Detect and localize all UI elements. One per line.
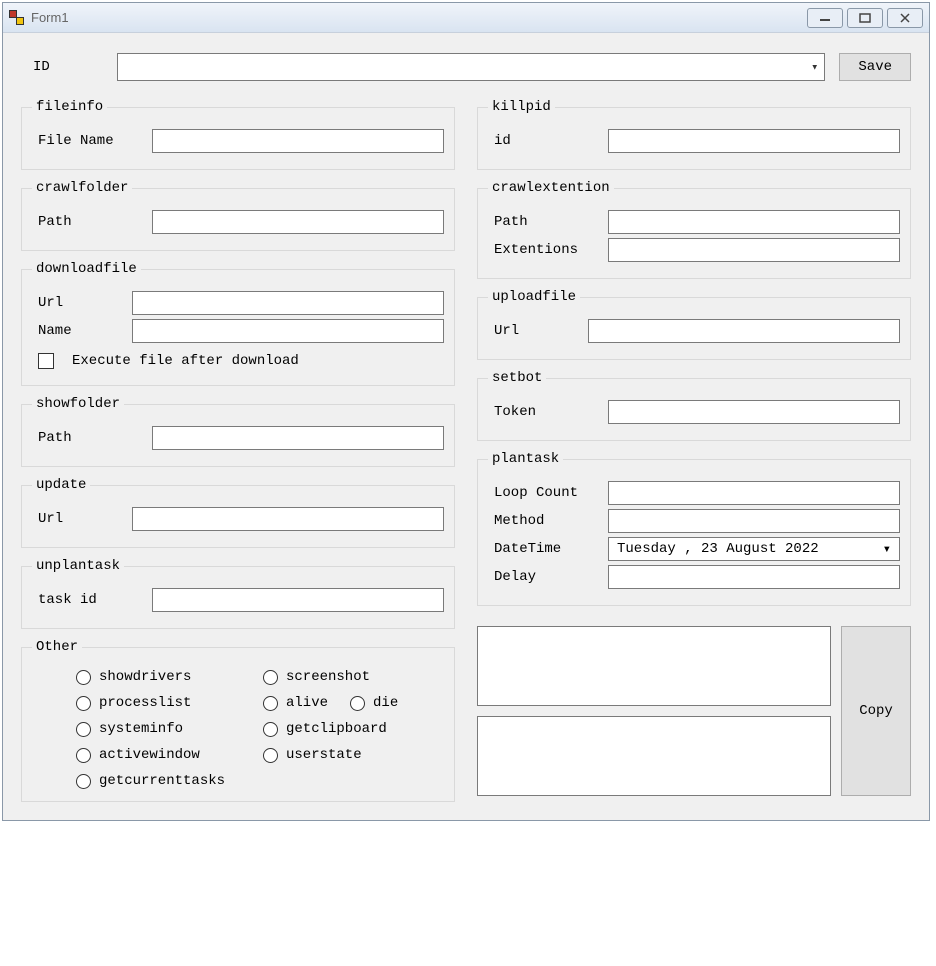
getcurrenttasks-radio[interactable] bbox=[76, 774, 91, 789]
update-group: update Url bbox=[21, 477, 455, 548]
id-combobox[interactable]: ▾ bbox=[117, 53, 825, 81]
other-legend: Other bbox=[32, 639, 82, 655]
crawlfolder-legend: crawlfolder bbox=[32, 180, 132, 196]
killpid-legend: killpid bbox=[488, 99, 555, 115]
maximize-button[interactable] bbox=[847, 8, 883, 28]
close-button[interactable] bbox=[887, 8, 923, 28]
unplantask-taskid-label: task id bbox=[38, 592, 142, 608]
file-name-label: File Name bbox=[38, 133, 142, 149]
save-button[interactable]: Save bbox=[839, 53, 911, 81]
plantask-datetime-value: Tuesday , 23 August 2022 bbox=[617, 541, 819, 557]
processlist-radio[interactable] bbox=[76, 696, 91, 711]
setbot-group: setbot Token bbox=[477, 370, 911, 441]
systeminfo-radio[interactable] bbox=[76, 722, 91, 737]
plantask-delay-input[interactable] bbox=[608, 565, 900, 589]
uploadfile-group: uploadfile Url bbox=[477, 289, 911, 360]
downloadfile-name-label: Name bbox=[38, 323, 122, 339]
uploadfile-url-label: Url bbox=[494, 323, 578, 339]
plantask-method-label: Method bbox=[494, 513, 598, 529]
killpid-id-label: id bbox=[494, 133, 598, 149]
chevron-down-icon: ▾ bbox=[883, 541, 891, 558]
killpid-group: killpid id bbox=[477, 99, 911, 170]
plantask-delay-label: Delay bbox=[494, 569, 598, 585]
screenshot-label: screenshot bbox=[286, 669, 370, 685]
uploadfile-url-input[interactable] bbox=[588, 319, 900, 343]
showfolder-group: showfolder Path bbox=[21, 396, 455, 467]
chevron-down-icon: ▾ bbox=[811, 60, 818, 75]
setbot-token-input[interactable] bbox=[608, 400, 900, 424]
plantask-loopcount-input[interactable] bbox=[608, 481, 900, 505]
copy-button[interactable]: Copy bbox=[841, 626, 911, 796]
plantask-loopcount-label: Loop Count bbox=[494, 485, 598, 501]
app-icon bbox=[9, 10, 25, 26]
showfolder-legend: showfolder bbox=[32, 396, 124, 412]
crawlfolder-path-label: Path bbox=[38, 214, 142, 230]
other-group: Other showdrivers screenshot processlist… bbox=[21, 639, 455, 802]
showfolder-path-input[interactable] bbox=[152, 426, 444, 450]
userstate-radio[interactable] bbox=[263, 748, 278, 763]
file-name-input[interactable] bbox=[152, 129, 444, 153]
update-url-input[interactable] bbox=[132, 507, 444, 531]
getclipboard-radio[interactable] bbox=[263, 722, 278, 737]
unplantask-legend: unplantask bbox=[32, 558, 124, 574]
downloadfile-url-input[interactable] bbox=[132, 291, 444, 315]
die-radio[interactable] bbox=[350, 696, 365, 711]
output-textarea-bottom[interactable] bbox=[477, 716, 831, 796]
unplantask-taskid-input[interactable] bbox=[152, 588, 444, 612]
crawlextention-legend: crawlextention bbox=[488, 180, 614, 196]
crawlextention-path-input[interactable] bbox=[608, 210, 900, 234]
app-window: Form1 ID ▾ Save fileinfo File Name bbox=[2, 2, 930, 821]
execute-checkbox[interactable] bbox=[38, 353, 54, 369]
downloadfile-name-input[interactable] bbox=[132, 319, 444, 343]
id-label: ID bbox=[33, 59, 103, 75]
userstate-label: userstate bbox=[286, 747, 362, 763]
downloadfile-group: downloadfile Url Name Execute file after… bbox=[21, 261, 455, 386]
killpid-id-input[interactable] bbox=[608, 129, 900, 153]
alive-label: alive bbox=[286, 695, 328, 711]
getclipboard-label: getclipboard bbox=[286, 721, 387, 737]
unplantask-group: unplantask task id bbox=[21, 558, 455, 629]
getcurrenttasks-label: getcurrenttasks bbox=[99, 773, 225, 789]
plantask-datetime-picker[interactable]: Tuesday , 23 August 2022 ▾ bbox=[608, 537, 900, 561]
fileinfo-legend: fileinfo bbox=[32, 99, 107, 115]
update-legend: update bbox=[32, 477, 90, 493]
downloadfile-url-label: Url bbox=[38, 295, 122, 311]
downloadfile-legend: downloadfile bbox=[32, 261, 141, 277]
setbot-token-label: Token bbox=[494, 404, 598, 420]
titlebar: Form1 bbox=[3, 3, 929, 33]
crawlfolder-path-input[interactable] bbox=[152, 210, 444, 234]
crawlextention-ext-input[interactable] bbox=[608, 238, 900, 262]
systeminfo-label: systeminfo bbox=[99, 721, 183, 737]
processlist-label: processlist bbox=[99, 695, 191, 711]
fileinfo-group: fileinfo File Name bbox=[21, 99, 455, 170]
activewindow-radio[interactable] bbox=[76, 748, 91, 763]
window-title: Form1 bbox=[31, 10, 69, 25]
crawlextention-path-label: Path bbox=[494, 214, 598, 230]
alive-radio[interactable] bbox=[263, 696, 278, 711]
output-textarea-top[interactable] bbox=[477, 626, 831, 706]
screenshot-radio[interactable] bbox=[263, 670, 278, 685]
plantask-legend: plantask bbox=[488, 451, 563, 467]
showfolder-path-label: Path bbox=[38, 430, 142, 446]
setbot-legend: setbot bbox=[488, 370, 546, 386]
uploadfile-legend: uploadfile bbox=[488, 289, 580, 305]
plantask-method-input[interactable] bbox=[608, 509, 900, 533]
update-url-label: Url bbox=[38, 511, 122, 527]
plantask-datetime-label: DateTime bbox=[494, 541, 598, 557]
minimize-button[interactable] bbox=[807, 8, 843, 28]
crawlextention-ext-label: Extentions bbox=[494, 242, 598, 258]
plantask-group: plantask Loop Count Method DateTime Tues… bbox=[477, 451, 911, 606]
crawlfolder-group: crawlfolder Path bbox=[21, 180, 455, 251]
showdrivers-label: showdrivers bbox=[99, 669, 191, 685]
execute-checkbox-label: Execute file after download bbox=[72, 353, 299, 369]
die-label: die bbox=[373, 695, 398, 711]
activewindow-label: activewindow bbox=[99, 747, 200, 763]
crawlextention-group: crawlextention Path Extentions bbox=[477, 180, 911, 279]
showdrivers-radio[interactable] bbox=[76, 670, 91, 685]
